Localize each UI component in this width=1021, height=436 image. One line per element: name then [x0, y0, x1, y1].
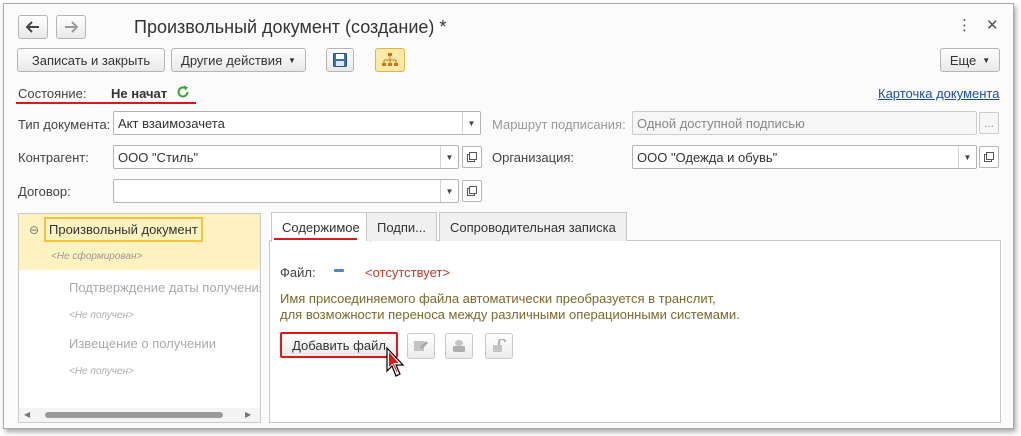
- ellipsis-icon: ...: [983, 116, 994, 130]
- hint-line-1: Имя присоединяемого файла автоматически …: [280, 291, 716, 306]
- add-file-label: Добавить файл: [292, 337, 386, 353]
- arrow-right-icon: [65, 21, 78, 33]
- unlock-file-button[interactable]: [485, 333, 513, 359]
- add-file-button[interactable]: Добавить файл: [280, 332, 398, 358]
- scanner-icon: [453, 340, 465, 352]
- edit-file-button[interactable]: [407, 333, 435, 359]
- tab-cover-letter-label: Сопроводительная записка: [450, 219, 616, 235]
- dropdown-arrow-icon[interactable]: ▼: [440, 146, 458, 168]
- tab-cover-letter[interactable]: Сопроводительная записка: [439, 212, 627, 241]
- open-window-icon: [984, 152, 994, 162]
- scan-file-button[interactable]: [445, 333, 473, 359]
- tab-signatures-label: Подпи...: [377, 219, 427, 235]
- hint-line-2: для возможности переноса между различным…: [280, 307, 740, 322]
- counterparty-label: Контрагент:: [18, 150, 89, 165]
- more-vertical-icon[interactable]: ⋮: [957, 16, 972, 34]
- padlock-icon: [493, 339, 506, 352]
- dropdown-arrow-icon: ▼: [982, 55, 991, 65]
- organization-value: ООО "Одежда и обувь": [637, 150, 778, 165]
- open-window-icon: [467, 186, 477, 196]
- hierarchy-icon: [382, 53, 398, 66]
- save-and-close-label: Записать и закрыть: [31, 52, 151, 68]
- dropdown-arrow-icon: ▼: [288, 55, 296, 65]
- floppy-disk-icon: [333, 53, 347, 67]
- back-button[interactable]: [18, 15, 48, 39]
- scroll-left-icon[interactable]: ◀: [24, 410, 30, 419]
- other-actions-button[interactable]: Другие действия ▼: [171, 48, 306, 72]
- dropdown-arrow-icon[interactable]: ▼: [462, 112, 480, 134]
- status-value: Не начат: [111, 86, 168, 101]
- contract-field[interactable]: ▼: [113, 179, 459, 203]
- scrollbar-thumb[interactable]: [45, 412, 223, 418]
- contract-open-button[interactable]: [462, 180, 482, 202]
- status-underline: [16, 102, 196, 104]
- tab-signatures[interactable]: Подпи...: [366, 212, 438, 241]
- file-value[interactable]: <отсутствует>: [365, 265, 450, 280]
- more-button[interactable]: Еще ▼: [940, 48, 1000, 72]
- structure-button[interactable]: [375, 48, 405, 72]
- save-button[interactable]: [326, 48, 354, 72]
- organization-open-button[interactable]: [979, 146, 999, 168]
- document-tree[interactable]: ⊖ Произвольный документ <Не сформирован>…: [18, 213, 261, 423]
- counterparty-open-button[interactable]: [462, 146, 482, 168]
- tab-active-underline: [274, 238, 357, 240]
- route-select-button: ...: [979, 112, 999, 134]
- tree-item-status: <Не получен>: [69, 366, 134, 377]
- refresh-icon[interactable]: [176, 85, 190, 99]
- other-actions-label: Другие действия: [181, 52, 283, 68]
- tree-item-receipt-notice[interactable]: Извещение о получении: [69, 336, 216, 351]
- contract-label: Договор:: [18, 184, 71, 199]
- tree-item-date-confirmation[interactable]: Подтверждение даты получения: [69, 280, 260, 295]
- save-and-close-button[interactable]: Записать и закрыть: [17, 48, 165, 72]
- close-icon[interactable]: ✕: [986, 16, 999, 34]
- route-value: Одной доступной подписью: [637, 116, 805, 131]
- counterparty-field[interactable]: ООО "Стиль" ▼: [113, 145, 459, 169]
- edit-icon: [414, 341, 428, 351]
- route-field: Одной доступной подписью: [632, 111, 977, 135]
- dropdown-arrow-icon[interactable]: ▼: [958, 146, 976, 168]
- doc-type-field[interactable]: Акт взаимозачета ▼: [113, 111, 481, 135]
- document-window: Произвольный документ (создание) * ⋮ ✕ З…: [3, 3, 1014, 429]
- doc-type-label: Тип документа:: [18, 117, 111, 132]
- window-title: Произвольный документ (создание) *: [134, 17, 447, 37]
- tab-contents-label: Содержимое: [282, 220, 360, 235]
- collapse-icon[interactable]: ⊖: [29, 223, 39, 237]
- counterparty-value: ООО "Стиль": [118, 150, 199, 165]
- route-label: Маршрут подписания:: [492, 117, 626, 132]
- file-label: Файл:: [280, 265, 316, 280]
- file-type-icon: [334, 269, 344, 272]
- document-card-link[interactable]: Карточка документа: [878, 86, 999, 101]
- open-window-icon: [467, 152, 477, 162]
- more-label: Еще: [949, 52, 977, 68]
- organization-label: Организация:: [492, 150, 575, 165]
- tree-item-root[interactable]: Произвольный документ: [44, 217, 203, 242]
- scroll-right-icon[interactable]: ▶: [245, 410, 251, 419]
- doc-type-value: Акт взаимозачета: [118, 116, 225, 131]
- organization-field[interactable]: ООО "Одежда и обувь" ▼: [632, 145, 977, 169]
- dropdown-arrow-icon[interactable]: ▼: [440, 180, 458, 202]
- arrow-left-icon: [26, 21, 39, 33]
- tree-item-status: <Не сформирован>: [51, 251, 143, 262]
- tree-item-status: <Не получен>: [69, 310, 134, 321]
- mouse-cursor-icon: [386, 347, 405, 377]
- status-label: Состояние:: [18, 86, 87, 101]
- forward-button[interactable]: [56, 15, 86, 39]
